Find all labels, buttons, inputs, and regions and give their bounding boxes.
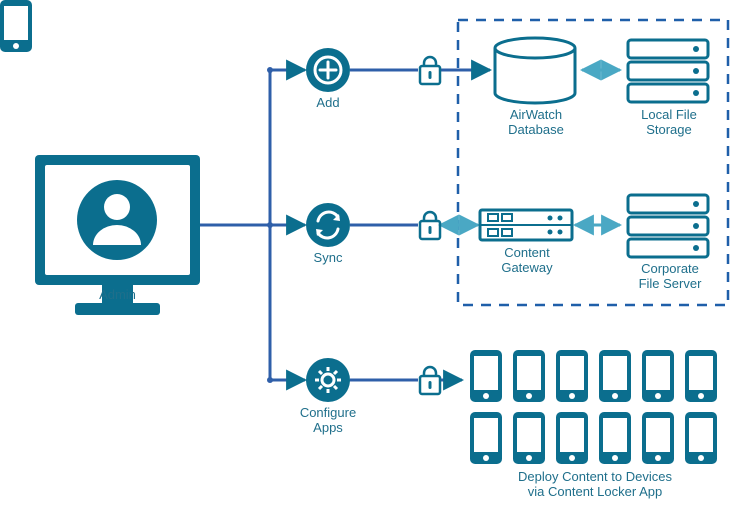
phone-icon [513, 412, 545, 464]
phone-icon [470, 412, 502, 464]
phone-icon [642, 350, 674, 402]
admin-label: Admin [70, 288, 165, 303]
corpfile-label: Corporate File Server [632, 262, 708, 292]
lock-icon [420, 57, 440, 84]
lock-icon [420, 212, 440, 239]
sync-label: Sync [306, 251, 350, 266]
sync-icon [306, 203, 350, 247]
localfile-label: Local File Storage [634, 108, 704, 138]
lock-icon [420, 367, 440, 394]
phone-icon [685, 350, 717, 402]
add-label: Add [308, 96, 348, 111]
server-stack-icon [628, 195, 708, 257]
phone-icon [513, 350, 545, 402]
phone-icon [599, 350, 631, 402]
phone-icon [470, 350, 502, 402]
server-stack-icon [628, 40, 708, 102]
gateway-label: Content Gateway [494, 246, 560, 276]
gateway-icon [480, 210, 572, 240]
phone-icon [685, 412, 717, 464]
phone-icon [556, 350, 588, 402]
plus-icon [306, 48, 350, 92]
phone-grid [0, 0, 32, 52]
gear-icon [306, 358, 350, 402]
database-icon [495, 38, 575, 103]
configure-label: Configure Apps [296, 406, 360, 436]
phone-icon [642, 412, 674, 464]
airwatch-label: AirWatch Database [498, 108, 574, 138]
phone-icon [599, 412, 631, 464]
phone-icon [556, 412, 588, 464]
deploy-label: Deploy Content to Devices via Content Lo… [500, 470, 690, 500]
